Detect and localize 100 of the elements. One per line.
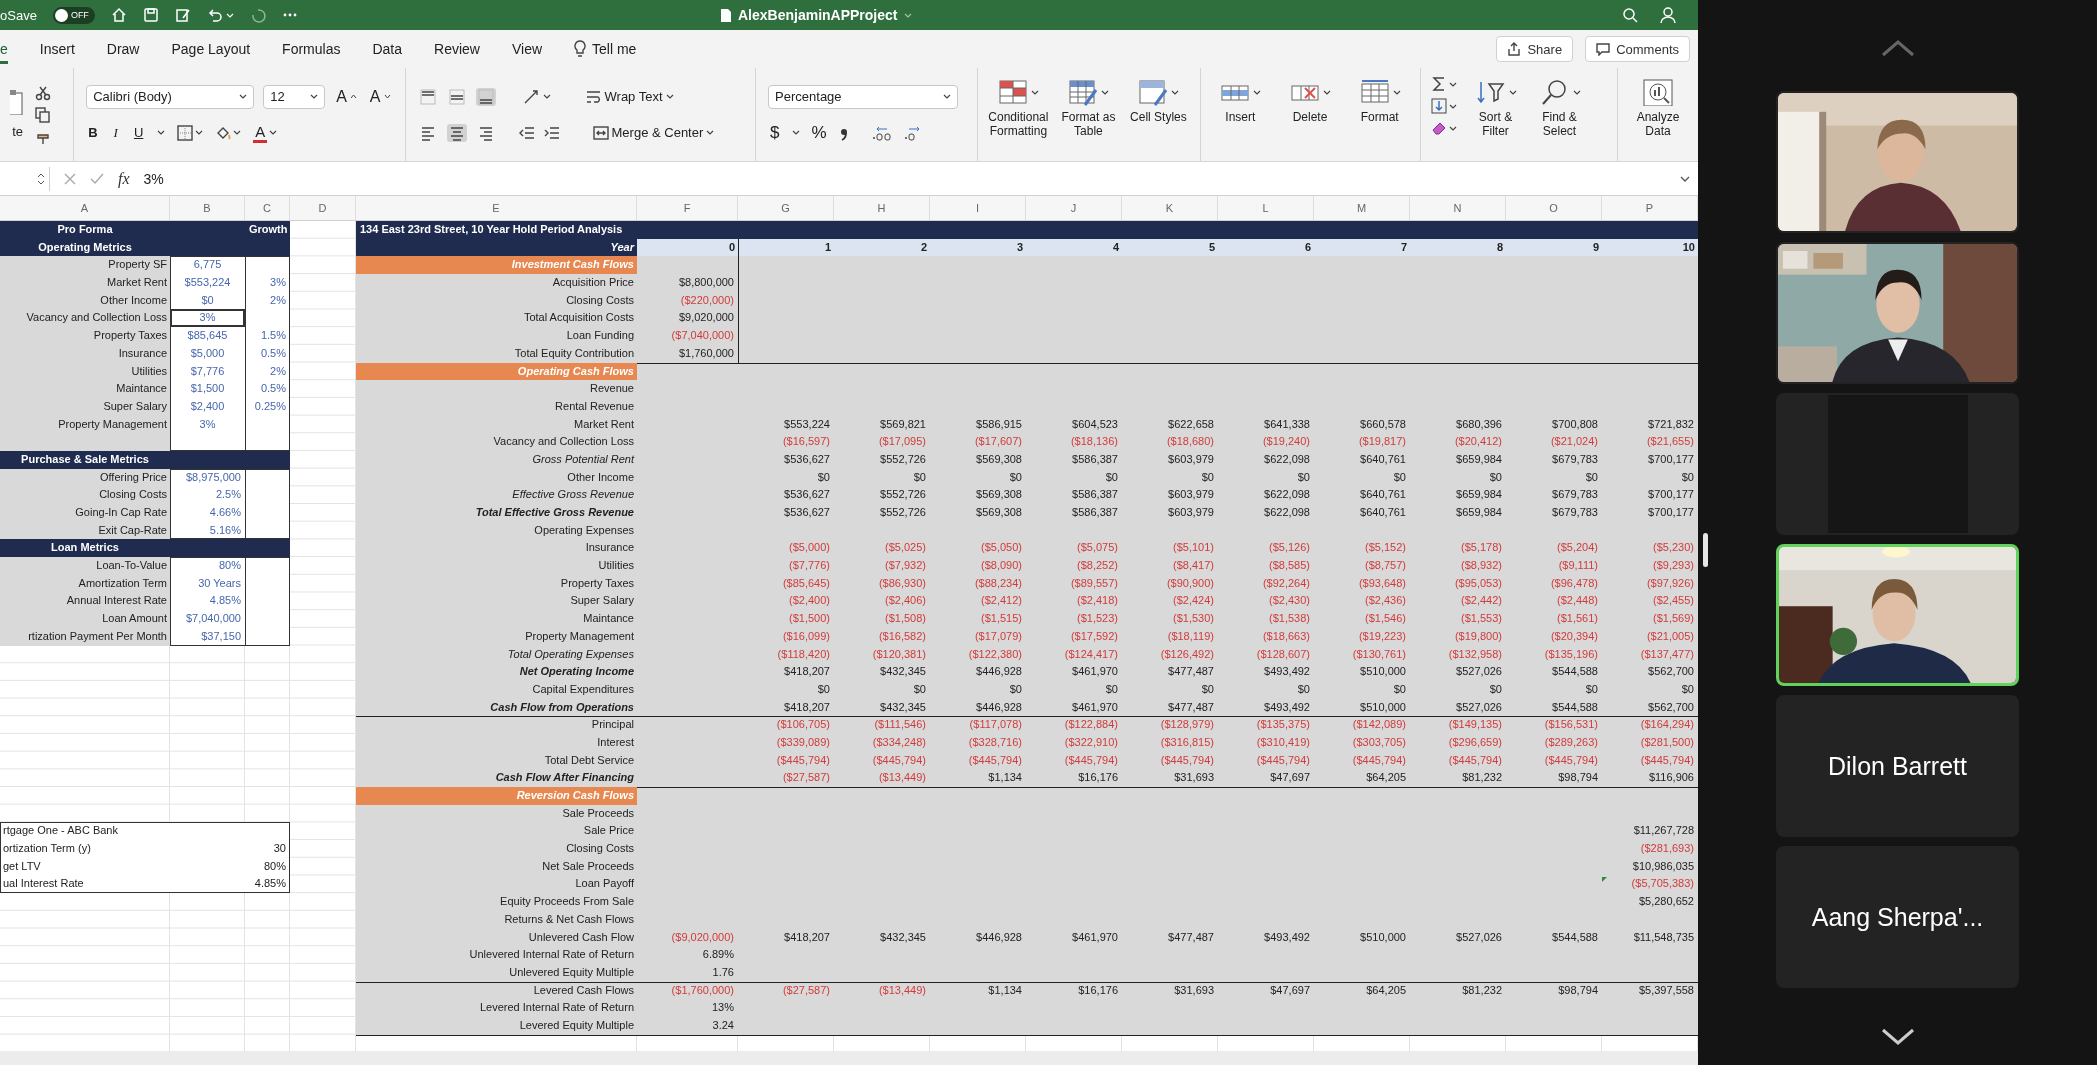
column-header[interactable]: B xyxy=(170,196,245,221)
caret-icon[interactable] xyxy=(1448,125,1457,131)
participant-tile[interactable]: Dilon Barrett xyxy=(1776,695,2019,837)
eraser-icon[interactable] xyxy=(1430,120,1447,136)
ribbon-button[interactable]: Find & Select xyxy=(1528,68,1591,138)
ribbon-button[interactable]: Conditional Formatting xyxy=(984,68,1053,138)
italic-button[interactable]: I xyxy=(111,123,120,142)
vertical-align-button[interactable] xyxy=(417,87,438,106)
table-cell[interactable]: 6,775 xyxy=(170,256,245,275)
splitter-handle[interactable] xyxy=(1703,533,1708,567)
column-header[interactable]: F xyxy=(637,196,738,221)
cut-icon[interactable] xyxy=(35,84,51,101)
table-cell[interactable]: $7,776 xyxy=(170,362,245,381)
caret-icon[interactable] xyxy=(1448,103,1457,109)
account-icon[interactable] xyxy=(1660,6,1678,24)
column-header[interactable]: M xyxy=(1314,196,1410,221)
column-header[interactable]: D xyxy=(290,196,356,221)
menu-tab[interactable]: Data xyxy=(372,34,403,64)
chevron-down-icon[interactable] xyxy=(1879,1027,1916,1047)
vertical-align-button[interactable] xyxy=(475,87,496,106)
caret-icon[interactable] xyxy=(542,94,551,99)
caret-icon[interactable] xyxy=(233,130,242,135)
decrease-indent-icon[interactable] xyxy=(518,124,535,141)
horizontal-align-button[interactable] xyxy=(446,123,467,142)
ribbon-button[interactable]: Delete xyxy=(1276,68,1344,124)
increase-decimal-icon[interactable] xyxy=(870,124,893,141)
font-size-dropdown[interactable]: 12 xyxy=(263,84,326,109)
increase-indent-icon[interactable] xyxy=(543,124,560,141)
table-cell[interactable]: $7,040,000 xyxy=(170,610,245,628)
save-icon[interactable] xyxy=(142,7,159,23)
table-cell[interactable]: 3% xyxy=(170,415,245,434)
caret-icon[interactable] xyxy=(195,130,204,135)
currency-button[interactable]: $ xyxy=(768,121,782,144)
column-header[interactable]: L xyxy=(1218,196,1314,221)
caret-icon[interactable] xyxy=(157,130,166,135)
caret-icon[interactable] xyxy=(269,130,278,135)
ribbon-button[interactable]: Cell Styles xyxy=(1124,68,1193,124)
redo-icon[interactable] xyxy=(249,7,266,23)
underline-button[interactable]: U xyxy=(131,124,146,141)
column-header[interactable]: P xyxy=(1602,196,1698,221)
autosum-icon[interactable] xyxy=(1430,76,1447,92)
ribbon-button[interactable]: Format xyxy=(1345,68,1414,124)
ribbon-button[interactable]: Insert xyxy=(1206,68,1275,124)
table-cell[interactable]: 4.85% xyxy=(170,592,245,611)
chevron-up-icon[interactable] xyxy=(1879,38,1916,58)
participant-tile[interactable]: Aang Sherpa'... xyxy=(1776,846,2019,988)
table-cell[interactable]: $5,000 xyxy=(170,344,245,363)
menu-tab[interactable]: e xyxy=(0,34,8,64)
table-cell[interactable]: $8,975,000 xyxy=(170,468,245,487)
table-cell[interactable]: $1,500 xyxy=(170,380,245,398)
expand-icon[interactable] xyxy=(1680,175,1690,182)
copy-icon[interactable] xyxy=(35,106,51,123)
font-color-button[interactable]: A xyxy=(253,122,268,143)
column-header[interactable]: O xyxy=(1506,196,1602,221)
column-header[interactable]: E xyxy=(356,196,637,221)
fill-down-icon[interactable] xyxy=(1430,98,1447,114)
ribbon-button[interactable]: Format as Table xyxy=(1054,68,1123,138)
column-header[interactable]: K xyxy=(1122,196,1218,221)
analyze-data-button[interactable]: Analyze Data xyxy=(1624,68,1692,138)
font-size-button[interactable]: A xyxy=(334,86,359,107)
text-orientation-icon[interactable] xyxy=(522,88,541,105)
table-cell[interactable]: $37,150 xyxy=(170,627,245,646)
menu-tab[interactable]: Formulas xyxy=(282,34,341,64)
font-dropdown[interactable]: Calibri (Body) xyxy=(86,84,255,109)
table-cell[interactable]: 5.16% xyxy=(170,521,245,540)
vertical-align-button[interactable] xyxy=(446,87,467,106)
menu-tab[interactable]: Page Layout xyxy=(171,34,251,64)
search-icon[interactable] xyxy=(1622,7,1638,23)
merge-center-button[interactable]: Merge & Center xyxy=(590,123,717,142)
autosave-toggle[interactable]: OFF xyxy=(52,6,95,24)
table-cell[interactable]: 4.66% xyxy=(170,504,245,522)
menu-tab[interactable]: Draw xyxy=(106,34,140,64)
column-header[interactable]: A xyxy=(0,196,170,221)
table-cell[interactable]: $0 xyxy=(170,291,245,310)
bold-button[interactable]: B xyxy=(86,124,100,141)
column-header[interactable]: J xyxy=(1026,196,1122,221)
number-format-dropdown[interactable]: Percentage xyxy=(768,84,959,109)
menu-tab[interactable]: View xyxy=(511,34,543,64)
font-size-button[interactable]: A xyxy=(367,86,393,107)
column-header[interactable]: H xyxy=(834,196,930,221)
column-header[interactable]: G xyxy=(738,196,834,221)
menu-tab[interactable]: Insert xyxy=(39,34,75,64)
column-header[interactable]: C xyxy=(245,196,290,221)
paste-icon[interactable] xyxy=(10,89,25,115)
table-cell[interactable]: 80% xyxy=(170,557,245,575)
borders-icon[interactable] xyxy=(177,124,194,141)
paste-button[interactable]: te xyxy=(10,123,25,140)
ribbon-button[interactable]: Sort & Filter xyxy=(1464,68,1527,138)
table-cell[interactable]: 30 Years xyxy=(170,574,245,593)
function-button[interactable]: fx xyxy=(118,169,130,188)
column-header[interactable]: N xyxy=(1410,196,1506,221)
menu-tab[interactable]: Review xyxy=(434,34,480,64)
table-cell[interactable]: 3% xyxy=(170,309,245,328)
table-cell[interactable]: $85,645 xyxy=(170,327,245,345)
tell-me-button[interactable]: Tell me xyxy=(574,40,637,58)
table-cell[interactable]: 2.5% xyxy=(170,486,245,504)
table-cell[interactable]: $553,224 xyxy=(170,274,245,292)
percent-button[interactable]: % xyxy=(809,121,829,144)
caret-icon[interactable] xyxy=(1448,81,1457,87)
home-icon[interactable] xyxy=(110,7,127,23)
